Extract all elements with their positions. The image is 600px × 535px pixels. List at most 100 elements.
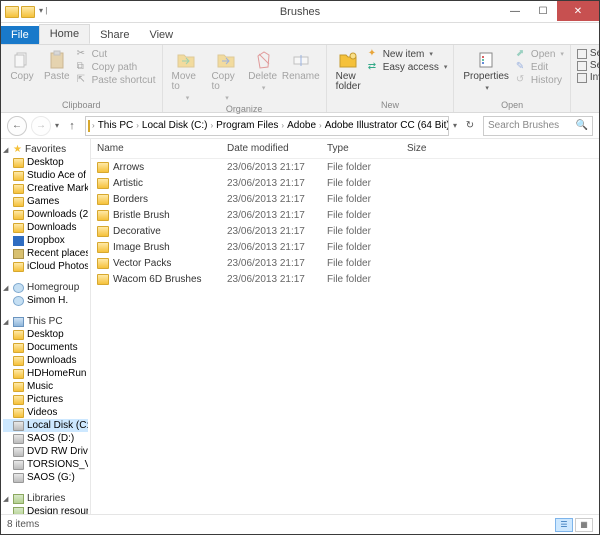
breadcrumb-segment[interactable]: This PC <box>95 120 137 131</box>
libraries-icon <box>13 494 24 504</box>
up-button[interactable]: ↑ <box>63 117 81 135</box>
rename-button[interactable]: Rename <box>282 48 320 104</box>
sidebar-item[interactable]: Music <box>3 380 88 393</box>
table-row[interactable]: Decorative23/06/2013 21:17File folder <box>91 223 599 239</box>
sidebar-group-homegroup[interactable]: ◢Homegroup <box>3 281 88 294</box>
sidebar-item[interactable]: Videos <box>3 406 88 419</box>
tab-file[interactable]: File <box>1 26 39 44</box>
file-list: Name Date modified Type Size Arrows23/06… <box>91 139 599 514</box>
breadcrumb-segment[interactable]: Adobe <box>284 120 319 131</box>
navigation-pane[interactable]: ◢★FavoritesDesktopStudio Ace of Sp..Crea… <box>1 139 91 514</box>
clipboard-group-label: Clipboard <box>7 100 156 110</box>
copy-button[interactable]: Copy <box>7 48 37 100</box>
search-input[interactable]: Search Brushes 🔍 <box>483 116 593 136</box>
table-row[interactable]: Image Brush23/06/2013 21:17File folder <box>91 239 599 255</box>
breadcrumb-dropdown[interactable]: ▾ <box>453 121 457 130</box>
file-rows[interactable]: Arrows23/06/2013 21:17File folderArtisti… <box>91 159 599 514</box>
sidebar-item[interactable]: Desktop <box>3 328 88 341</box>
sidebar-item[interactable]: Dropbox <box>3 234 88 247</box>
easyaccess-button[interactable]: ⇄Easy access <box>368 61 448 73</box>
moveto-button[interactable]: Move to <box>169 48 205 104</box>
sidebar-item[interactable]: Studio Ace of Sp.. <box>3 169 88 182</box>
sidebar-group-libraries[interactable]: ◢Libraries <box>3 492 88 505</box>
folder-icon <box>97 242 109 253</box>
breadcrumb[interactable]: › This PC›Local Disk (C:)›Program Files›… <box>85 116 449 136</box>
back-button[interactable]: ← <box>7 116 27 136</box>
ribbon-tabs: File Home Share View <box>1 23 599 45</box>
folder-icon <box>97 226 109 237</box>
copyto-icon <box>216 50 236 70</box>
refresh-button[interactable]: ↻ <box>461 120 479 131</box>
sidebar-item[interactable]: Downloads (2) <box>3 208 88 221</box>
sidebar-item[interactable]: Simon H. <box>3 294 88 307</box>
table-row[interactable]: Vector Packs23/06/2013 21:17File folder <box>91 255 599 271</box>
pasteshortcut-button[interactable]: ⇱Paste shortcut <box>77 74 156 86</box>
sidebar-item[interactable]: Recent places <box>3 247 88 260</box>
forward-button[interactable]: → <box>31 116 51 136</box>
table-row[interactable]: Borders23/06/2013 21:17File folder <box>91 191 599 207</box>
breadcrumb-folder-icon <box>88 120 90 132</box>
sidebar-item[interactable]: SAOS (G:) <box>3 471 88 484</box>
item-count: 8 items <box>7 519 39 530</box>
sidebar-item[interactable]: Local Disk (C:) <box>3 419 88 432</box>
sidebar-item[interactable]: Downloads <box>3 354 88 367</box>
caret-icon: ◢ <box>3 318 10 326</box>
newfolder-label: New folder <box>336 72 361 92</box>
tab-view[interactable]: View <box>139 26 183 44</box>
history-button[interactable]: ↺History <box>516 74 564 86</box>
cut-button[interactable]: ✂Cut <box>77 48 156 60</box>
table-row[interactable]: Arrows23/06/2013 21:17File folder <box>91 159 599 175</box>
sidebar-item[interactable]: TORSIONS_V3 (F: <box>3 458 88 471</box>
recent-locations-button[interactable]: ▾ <box>55 121 59 130</box>
col-date[interactable]: Date modified <box>221 143 321 154</box>
tab-home[interactable]: Home <box>39 24 90 44</box>
table-row[interactable]: Bristle Brush23/06/2013 21:17File folder <box>91 207 599 223</box>
sidebar-item[interactable]: Creative Market <box>3 182 88 195</box>
sidebar-item[interactable]: iCloud Photos <box>3 260 88 273</box>
table-row[interactable]: Wacom 6D Brushes23/06/2013 21:17File fol… <box>91 271 599 287</box>
breadcrumb-segment[interactable]: Adobe Illustrator CC (64 Bit) <box>322 120 449 131</box>
selectnone-button[interactable]: Select none <box>577 60 600 71</box>
sidebar-group-favorites[interactable]: ◢★Favorites <box>3 143 88 156</box>
sidebar-item[interactable]: Pictures <box>3 393 88 406</box>
col-name[interactable]: Name <box>91 143 221 154</box>
invertselection-button[interactable]: Invert selection <box>577 72 600 83</box>
maximize-button[interactable]: ☐ <box>529 1 557 21</box>
sidebar-item[interactable]: Downloads <box>3 221 88 234</box>
col-type[interactable]: Type <box>321 143 401 154</box>
sidebar-item[interactable]: Desktop <box>3 156 88 169</box>
sidebar-item[interactable]: Documents <box>3 341 88 354</box>
caret-icon: ◢ <box>3 146 10 154</box>
open-button[interactable]: ⬈Open <box>516 48 564 60</box>
table-row[interactable]: Artistic23/06/2013 21:17File folder <box>91 175 599 191</box>
shortcut-icon: ⇱ <box>77 74 89 86</box>
properties-button[interactable]: Properties <box>460 48 512 100</box>
sidebar-item[interactable]: SAOS (D:) <box>3 432 88 445</box>
close-button[interactable]: ✕ <box>557 1 599 21</box>
rename-label: Rename <box>282 72 320 82</box>
icons-view-button[interactable]: ▦ <box>575 518 593 532</box>
selectall-button[interactable]: Select all <box>577 48 600 59</box>
delete-button[interactable]: Delete <box>247 48 277 104</box>
paste-button[interactable]: Paste <box>41 48 73 100</box>
cut-icon: ✂ <box>77 48 89 60</box>
details-view-button[interactable]: ☰ <box>555 518 573 532</box>
sidebar-item[interactable]: HDHomeRun DL <box>3 367 88 380</box>
sidebar-item[interactable]: DVD RW Drive (E: <box>3 445 88 458</box>
sidebar-item[interactable]: Design resources <box>3 505 88 514</box>
ribbon-group-clipboard: Copy Paste ✂Cut ⧉Copy path ⇱Paste shortc… <box>1 45 163 112</box>
breadcrumb-segment[interactable]: Local Disk (C:) <box>139 120 211 131</box>
newfolder-button[interactable]: New folder <box>333 48 364 100</box>
breadcrumb-segment[interactable]: Program Files <box>213 120 281 131</box>
copypath-button[interactable]: ⧉Copy path <box>77 61 156 73</box>
sidebar-group-thispc[interactable]: ◢This PC <box>3 315 88 328</box>
sidebar-item[interactable]: Games <box>3 195 88 208</box>
edit-button[interactable]: ✎Edit <box>516 61 564 73</box>
tab-share[interactable]: Share <box>90 26 139 44</box>
minimize-button[interactable]: — <box>501 1 529 21</box>
newfolder-icon <box>338 50 358 70</box>
moveto-label: Move to <box>172 72 202 92</box>
newitem-button[interactable]: ✦New item <box>368 48 448 60</box>
copyto-button[interactable]: Copy to <box>208 48 243 104</box>
col-size[interactable]: Size <box>401 143 461 154</box>
